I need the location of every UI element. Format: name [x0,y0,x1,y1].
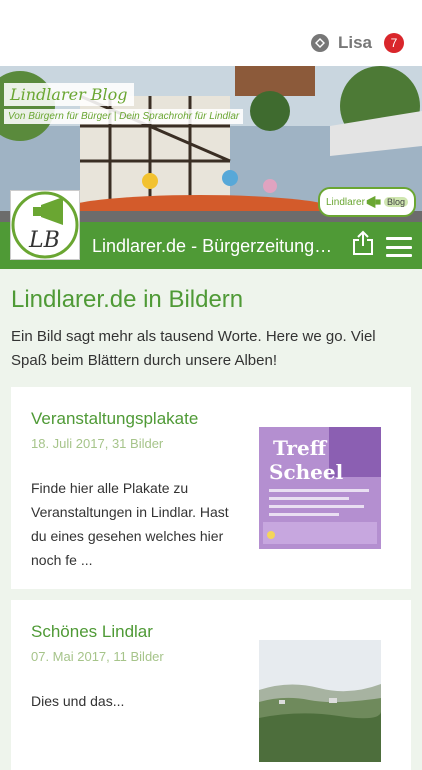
album-thumbnail[interactable] [259,640,381,762]
album-thumbnail[interactable]: Treff Scheel [259,427,381,549]
menu-line [386,237,412,240]
navbar-title: Lindlarer.de - Bürgerzeitung f... [92,236,337,256]
share-icon[interactable] [352,230,374,256]
notification-badge[interactable]: 7 [384,33,404,53]
user-name: Lisa [337,33,372,52]
megaphone-icon [366,195,381,209]
album-title[interactable]: Veranstaltungsplakate [31,409,198,429]
top-bar: Lisa 7 [0,0,422,66]
poster-image: Treff Scheel [259,427,381,549]
page-title: Lindlarer.de in Bildern [11,286,244,313]
corner-logo: Lindlarer Blog [318,187,416,217]
site-logo[interactable]: LB [10,190,80,260]
album-meta: 07. Mai 2017, 11 Bilder [31,649,164,664]
poster-line-2: Scheel [269,460,344,484]
poster-line-1: Treff [273,436,328,460]
landscape-image [259,640,381,762]
album-description: Finde hier alle Plakate zu Veranstaltung… [31,480,229,568]
corner-logo-tag: Blog [383,197,408,207]
album-card[interactable]: Schönes Lindlar 07. Mai 2017, 11 Bilder … [11,600,411,770]
page-intro: Ein Bild sagt mehr als tausend Worte. He… [11,328,376,369]
album-meta: 18. Juli 2017, 31 Bilder [31,436,164,451]
corner-logo-text: Lindlarer [326,196,365,208]
app-logo-icon [310,34,329,52]
menu-line [386,254,412,257]
menu-line [386,245,412,249]
hamburger-menu-icon[interactable] [386,237,412,257]
album-card[interactable]: Veranstaltungsplakate 18. Juli 2017, 31 … [11,387,411,589]
blog-title: Lindlarer Blog [4,83,134,106]
blog-subtitle: Von Bürgern für Bürger | Dein Sprachrohr… [4,109,244,124]
album-description: Dies und das... [31,693,125,709]
logo-text: LB [29,228,60,253]
user-menu[interactable]: Lisa 7 [310,33,404,53]
album-title[interactable]: Schönes Lindlar [31,622,153,642]
